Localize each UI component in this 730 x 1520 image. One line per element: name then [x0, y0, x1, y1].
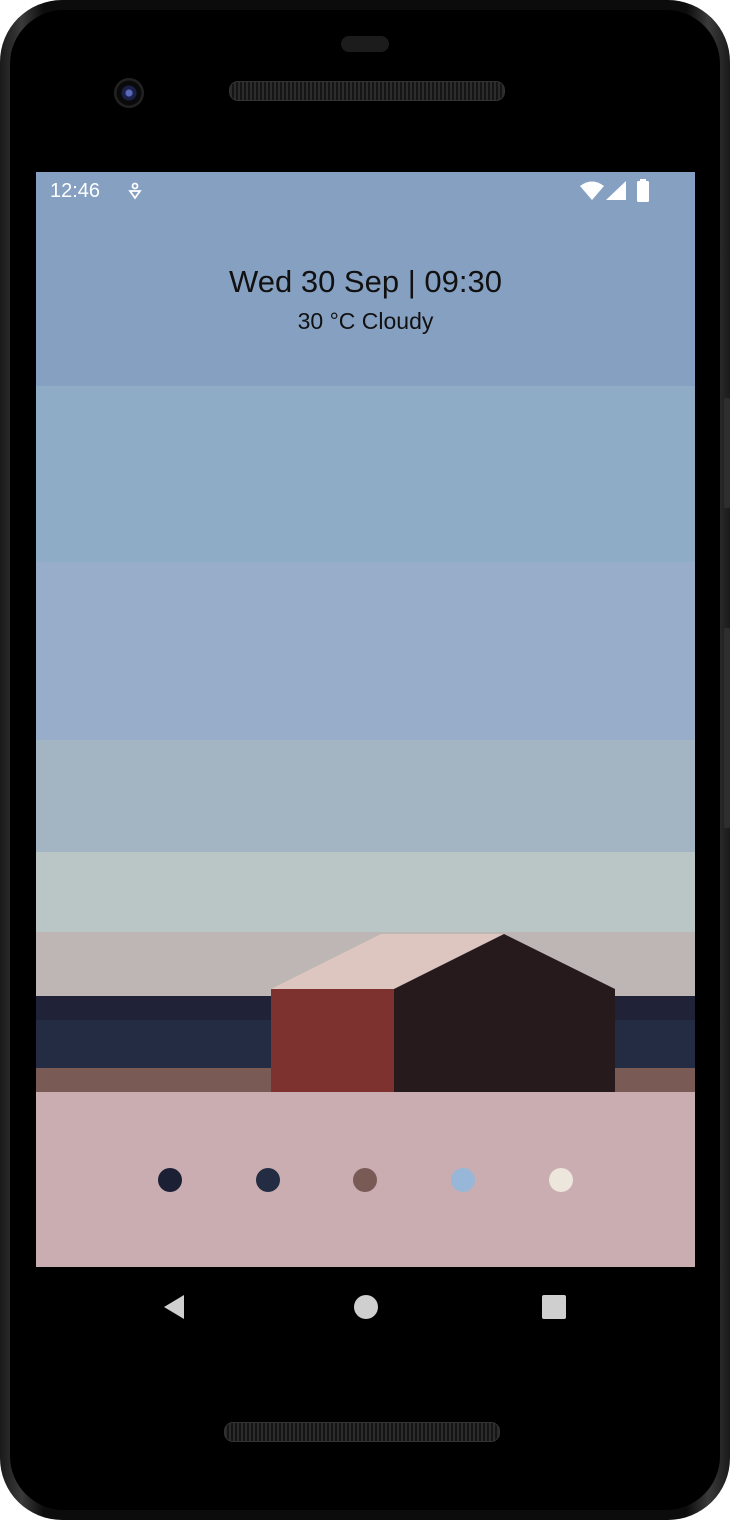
palette-color-4[interactable] — [451, 1168, 475, 1192]
earpiece — [341, 36, 389, 52]
wifi-icon — [580, 181, 604, 200]
palette-color-5[interactable] — [549, 1168, 573, 1192]
volume-button — [724, 628, 730, 828]
weather-label: 30 °C Cloudy — [297, 308, 434, 334]
color-palette — [36, 1168, 695, 1192]
phone-frame: 12:46 Wed 30 Sep | 09:30 30 °C Cloudy — [0, 0, 730, 1520]
screen: 12:46 Wed 30 Sep | 09:30 30 °C Cloudy — [36, 172, 695, 1267]
navigation-bar — [36, 1267, 695, 1345]
back-icon[interactable] — [160, 1293, 188, 1321]
notification-icon — [128, 182, 142, 200]
bottom-speaker-grille — [224, 1422, 500, 1442]
house-front-wall — [271, 989, 394, 1092]
home-icon[interactable] — [352, 1293, 380, 1321]
house-illustration — [271, 934, 615, 1092]
recents-icon[interactable] — [540, 1293, 568, 1321]
top-speaker-grille — [229, 81, 505, 101]
palette-color-1[interactable] — [158, 1168, 182, 1192]
palette-color-2[interactable] — [256, 1168, 280, 1192]
palette-color-3[interactable] — [353, 1168, 377, 1192]
battery-icon — [637, 179, 649, 202]
date-time-label: Wed 30 Sep | 09:30 — [229, 264, 502, 299]
front-camera — [114, 78, 144, 108]
status-time: 12:46 — [50, 180, 101, 202]
signal-icon — [606, 181, 626, 200]
power-button — [724, 398, 730, 508]
status-bar: 12:46 — [36, 172, 695, 212]
